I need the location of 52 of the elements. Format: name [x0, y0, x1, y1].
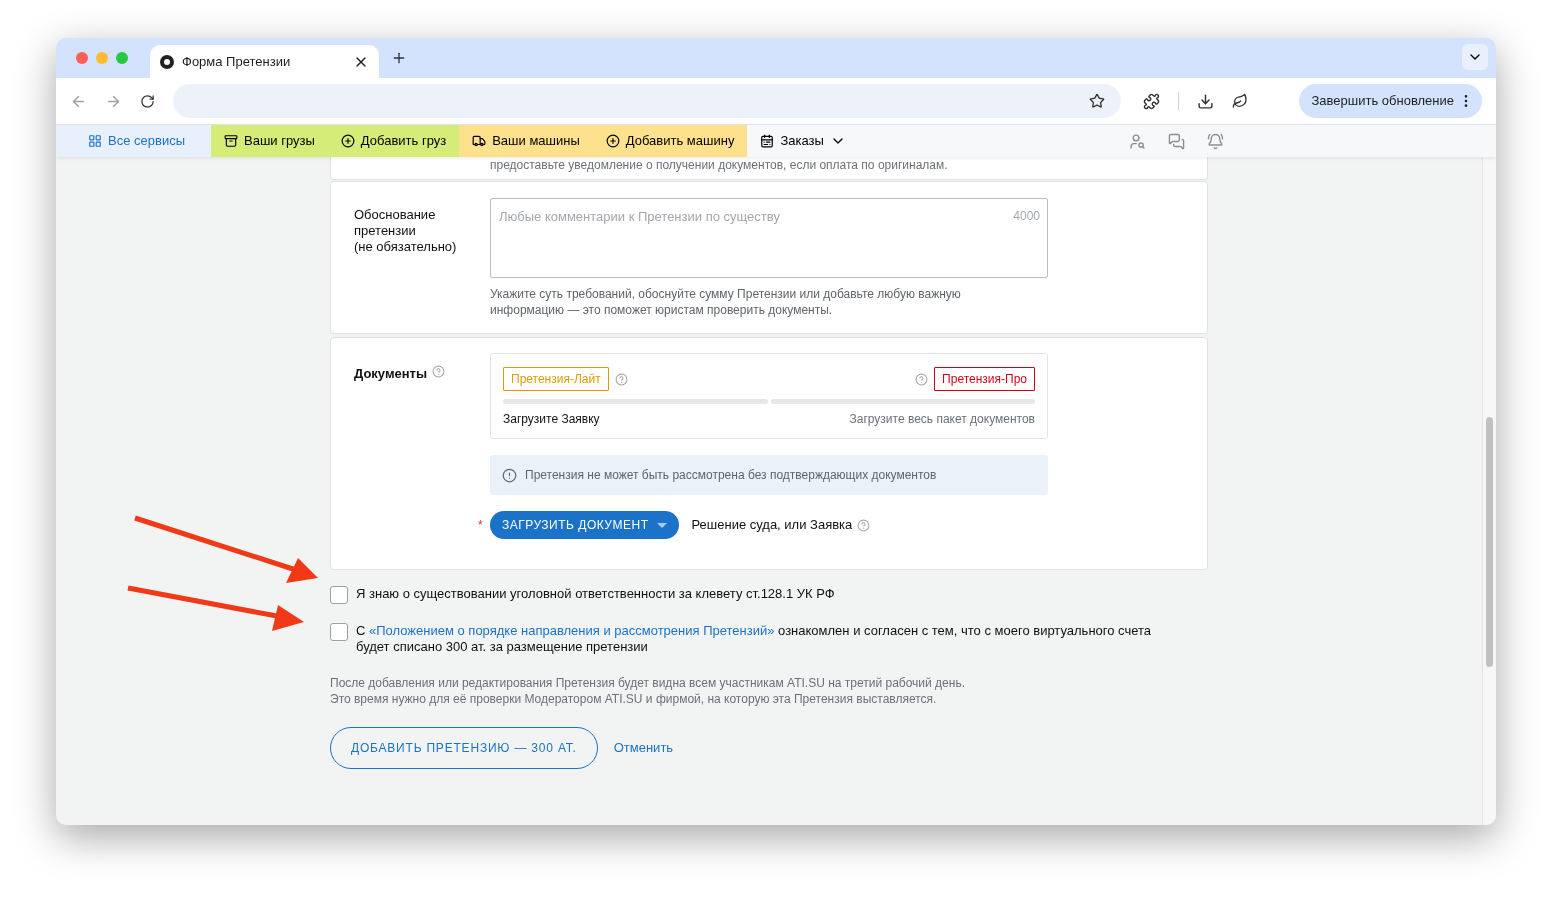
plus-circle-icon — [340, 134, 355, 148]
nav-link[interactable]: Ваши машины — [459, 125, 593, 157]
agreement-text: С «Положением о порядке направления и рассмотрения Претензий» ознакомлен и согласен с тем, что с моего виртуального счета будет списано 300 ат. за размещение претензии — [356, 623, 1153, 655]
plus-circle-icon — [605, 134, 620, 148]
nav-link[interactable]: Заказы — [747, 125, 859, 157]
hint-text: Укажите суть требований, обоснуйте сумму Претензии или добавьте любую важную информацию — это поможет юристам проверить документы. — [490, 286, 962, 318]
cancel-link[interactable]: Отменить — [613, 738, 674, 758]
help-icon[interactable] — [915, 372, 929, 386]
help-icon[interactable] — [432, 365, 446, 378]
nav-link[interactable]: Все сервисы — [56, 125, 211, 157]
agreement-text: Я знаю о существовании уголовной ответственности за клевету ст.128.1 УК РФ — [356, 586, 836, 602]
new-tab-icon[interactable] — [391, 50, 407, 66]
checkbox[interactable] — [330, 586, 348, 604]
browser-tab[interactable]: Форма Претензии — [150, 45, 379, 78]
grid-icon — [88, 134, 102, 148]
notice-text: Это время нужно для её проверки Модератором ATI.SU и фирмой, на которую эта Претензия выставляется. — [330, 691, 938, 707]
field-label: Обоснование претензии (не обязательно) — [354, 207, 458, 256]
tier-caption: Загрузите Заявку — [503, 411, 600, 428]
upload-document-button[interactable]: ЗАГРУЗИТЬ ДОКУМЕНТ — [490, 511, 680, 539]
upload-hint: Решение суда, или Заявка — [691, 516, 853, 535]
regulations-link[interactable]: «Положением о порядке направления и рассмотрения Претензий» — [369, 623, 775, 638]
checkbox[interactable] — [330, 623, 348, 641]
tier-tag: Претензия-Лайт — [503, 367, 609, 391]
scrollbar-thumb[interactable] — [1486, 417, 1493, 667]
extensions-icon[interactable] — [1143, 92, 1160, 110]
update-button[interactable]: Завершить обновление — [1299, 84, 1482, 118]
calendar-icon — [760, 134, 775, 148]
site-logo-icon — [160, 54, 174, 69]
nav-link[interactable]: Добавить машину — [592, 125, 748, 157]
leaf-icon[interactable] — [1232, 93, 1248, 109]
bookmark-star-icon[interactable] — [1089, 93, 1105, 109]
required-mark: * — [478, 517, 484, 534]
notice-text: После добавления или редактирования Претензия будет видна всем участникам ATI.SU на третий рабочий день. — [330, 675, 966, 691]
chat-icon[interactable] — [1168, 132, 1185, 150]
nav-link[interactable]: Ваши грузы — [211, 125, 328, 157]
hint-text: предоставьте уведомление о получении документов, если оплата по оригиналам. — [490, 158, 949, 173]
help-icon[interactable] — [614, 372, 628, 386]
tier-tag: Претензия-Про — [934, 367, 1035, 391]
nav-link[interactable]: Добавить груз — [327, 125, 460, 157]
info-icon — [502, 467, 517, 483]
user-search-icon[interactable] — [1129, 132, 1146, 150]
tab-list-button[interactable] — [1462, 44, 1488, 70]
character-counter: 4000 — [1013, 208, 1040, 225]
tier-caption: Загрузите весь пакет документов — [849, 411, 1035, 428]
download-icon[interactable] — [1197, 92, 1214, 110]
tray-icon — [224, 134, 238, 148]
field-label: Документы — [354, 365, 428, 383]
reload-icon[interactable] — [140, 93, 155, 109]
bell-icon[interactable] — [1207, 132, 1224, 150]
help-icon[interactable] — [857, 518, 871, 532]
info-alert: Претензия не может быть рассмотрена без подтверждающих документов — [490, 455, 1048, 495]
truck-icon — [472, 134, 487, 148]
